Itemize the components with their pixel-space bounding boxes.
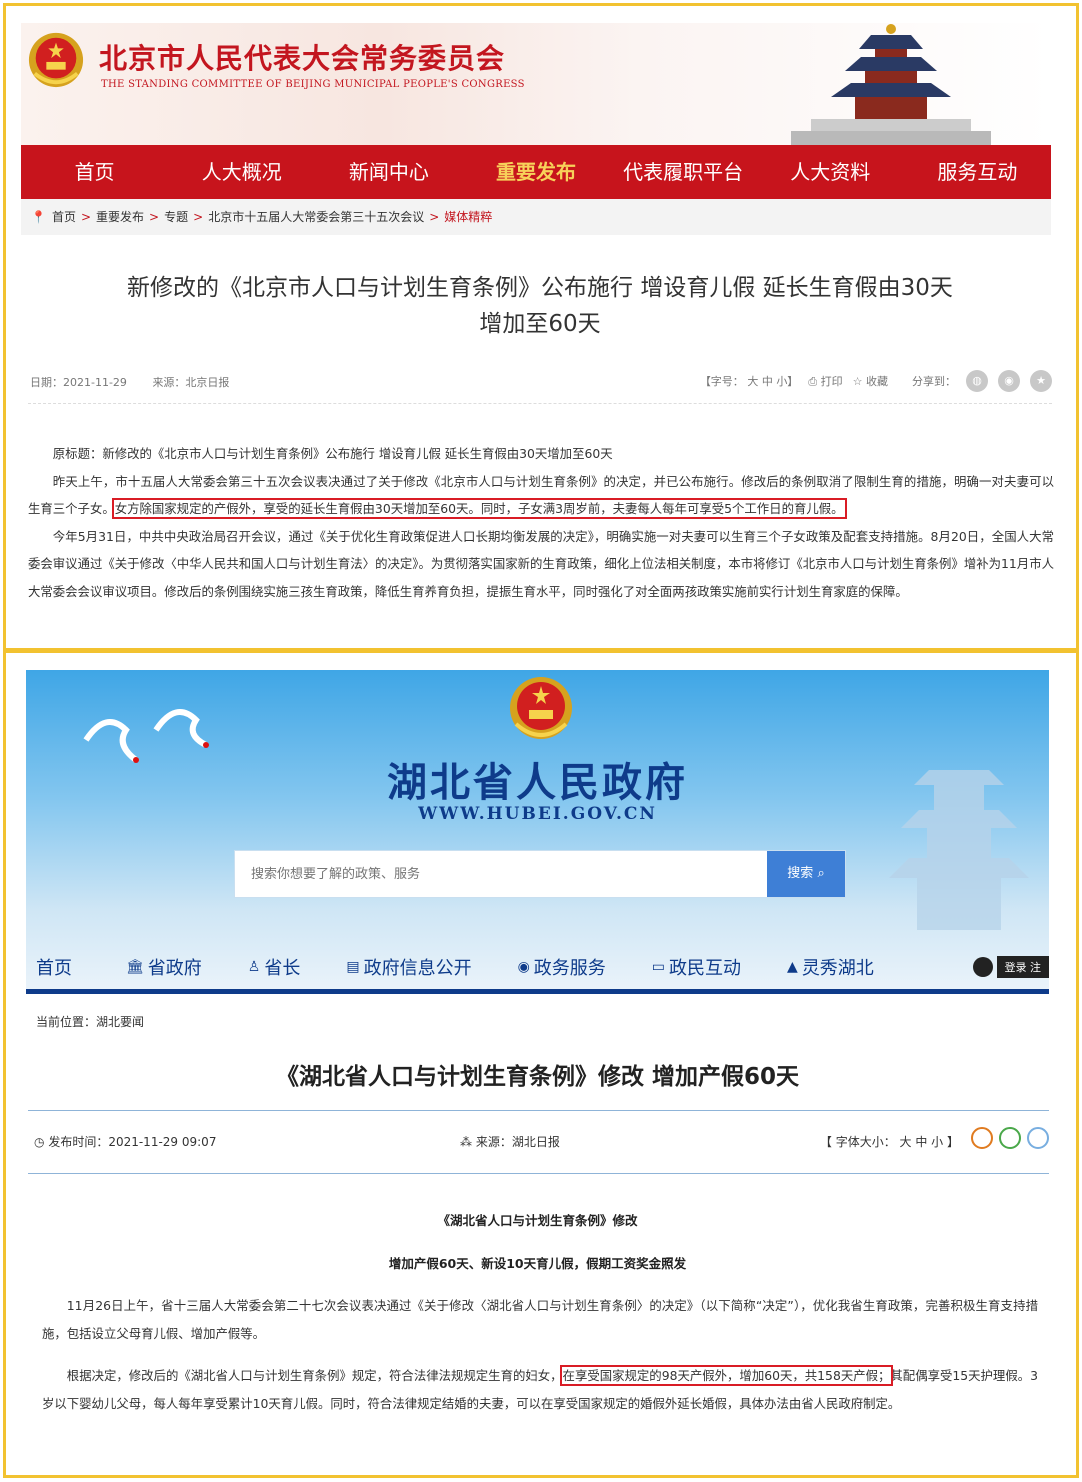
title-line-1: 新修改的《北京市人口与计划生育条例》公布施行 增设育儿假 延长生育假由30天 — [127, 275, 953, 301]
crumb-home[interactable]: 首页 — [52, 210, 76, 224]
article-subtitle-2: 增加产假60天、新设10天育儿假，假期工资奖金照发 — [388, 1256, 687, 1271]
nav-label: 政府信息公开 — [363, 957, 472, 979]
search-input[interactable] — [235, 851, 765, 897]
beijing-main-nav: 首页 人大概况 新闻中心 重要发布 代表履职平台 人大资料 服务互动 — [21, 145, 1051, 199]
font-size-small[interactable]: 小】 — [776, 375, 798, 388]
body-para-2: 根据决定，修改后的《湖北省人口与计划生育条例》规定，符合法律法规规定生育的妇女，… — [42, 1362, 1038, 1418]
nav-governor[interactable]: ♙ 省长 — [248, 954, 301, 980]
nav-provincial-government[interactable]: 🏛 省政府 — [126, 954, 202, 980]
article-subtitle-1: 《湖北省人口与计划生育条例》修改 — [437, 1213, 638, 1228]
site-subtitle: THE STANDING COMMITTEE OF BEIJING MUNICI… — [101, 79, 525, 90]
site-url: WWW.HUBEI.GOV.CN — [418, 804, 657, 824]
temple-of-heaven-image — [791, 24, 991, 145]
title-line-2: 增加至60天 — [479, 311, 601, 337]
favorite-button[interactable]: ☆ 收藏 — [853, 373, 888, 389]
crumb-session[interactable]: 北京市十五届人大常委会第三十五次会议 — [208, 210, 424, 224]
wechat-share-icon[interactable] — [999, 1127, 1021, 1149]
site-title: 湖北省人民政府 — [387, 760, 688, 806]
nav-news[interactable]: 新闻中心 — [315, 145, 462, 199]
nav-deputy-platform[interactable]: 代表履职平台 — [610, 145, 757, 199]
crumb-topics[interactable]: 专题 — [164, 210, 188, 224]
person-icon: ♙ — [247, 958, 261, 975]
weibo-share-icon[interactable] — [971, 1127, 993, 1149]
highlight-box: 女方除国家规定的产假外，享受的延长生育假由30天增加至60天。同时，子女满3周岁… — [111, 498, 847, 519]
publish-time: 发布时间：2021-11-29 09:07 — [48, 1135, 217, 1149]
article-source: 来源：北京日报 — [152, 376, 230, 389]
article-meta: ◷ 发布时间：2021-11-29 09:07 ⁂ 来源：湖北日报 【 字体大小… — [28, 1110, 1049, 1174]
font-size-label: 【字号： — [699, 375, 744, 388]
breadcrumb: 当前位置：湖北要闻 — [36, 1015, 145, 1029]
article-title: 《湖北省人口与计划生育条例》修改 增加产假60天 — [275, 1064, 799, 1090]
nav-home[interactable]: 首页 — [36, 954, 72, 980]
share-label: 分享到： — [912, 375, 956, 388]
service-icon: ◉ — [517, 958, 530, 975]
font-size-label: 【 字体大小： — [819, 1135, 896, 1149]
login-area: 登录 注 — [972, 956, 1049, 978]
nav-interaction[interactable]: ▭ 政民互动 — [652, 954, 741, 980]
nav-home[interactable]: 首页 — [21, 145, 168, 199]
user-icon — [972, 957, 993, 977]
chat-icon: ▭ — [651, 958, 666, 975]
font-size-large[interactable]: 大 — [747, 375, 758, 388]
source-icon: ⁂ — [460, 1135, 472, 1149]
nav-overview[interactable]: 人大概况 — [168, 145, 315, 199]
site-title: 北京市人民代表大会常务委员会 — [99, 42, 506, 75]
national-emblem-icon — [510, 677, 572, 739]
body-para-1: 原标题：新修改的《北京市人口与计划生育条例》公布施行 增设育儿假 延长生育假由3… — [52, 446, 613, 461]
favorite-share-icon[interactable]: ★ — [1030, 370, 1052, 392]
print-label: 打印 — [820, 375, 843, 388]
search-icon: ⌕ — [817, 866, 825, 881]
nav-info-disclosure[interactable]: ▤ 政府信息公开 — [346, 954, 471, 980]
government-building-icon: 🏛 — [126, 958, 144, 975]
font-size-medium[interactable]: 中 — [762, 375, 773, 388]
search-box: 搜索 ⌕ — [234, 850, 846, 898]
printer-icon: ⎙ — [808, 375, 818, 388]
article-date: 日期：2021-11-29 — [30, 376, 127, 389]
nav-home-label: 首页 — [36, 957, 72, 979]
body-para-2: 昨天上午，市十五届人大常委会第三十五次会议表决通过了关于修改《北京市人口与计划生… — [28, 468, 1054, 523]
hubei-banner: 湖北省人民政府 WWW.HUBEI.GOV.CN 搜索 ⌕ — [26, 670, 1049, 990]
body-para-2-text-a: 根据决定，修改后的《湖北省人口与计划生育条例》规定，符合法律法规规定生育的妇女， — [66, 1368, 563, 1383]
qzone-share-icon[interactable] — [1027, 1127, 1049, 1149]
nav-government-services[interactable]: ◉ 政务服务 — [518, 954, 606, 980]
article-body: 11月26日上午，省十三届人大常委会第二十七次会议表决通过《关于修改〈湖北省人口… — [42, 1292, 1038, 1432]
crumb-current[interactable]: 媒体精粹 — [444, 210, 492, 224]
article-meta: 日期：2021-11-29 来源：北京日报 【字号： 大 中 小】 ⎙ 打印 ☆… — [28, 368, 1052, 404]
article-source: 来源：湖北日报 — [475, 1135, 560, 1149]
wechat-share-icon[interactable]: ◍ — [966, 370, 988, 392]
search-button-label: 搜索 — [787, 866, 814, 881]
body-para-3: 今年5月31日，中共中央政治局召开会议，通过《关于优化生育政策促进人口长期均衡发… — [28, 528, 1054, 599]
beijing-header: 北京市人民代表大会常务委员会 THE STANDING COMMITTEE OF… — [21, 23, 1051, 145]
article-title: 新修改的《北京市人口与计划生育条例》公布施行 增设育儿假 延长生育假由30天 增… — [60, 270, 1020, 342]
nav-materials[interactable]: 人大资料 — [757, 145, 904, 199]
nav-label: 政民互动 — [669, 957, 742, 979]
hubei-main-nav: 首页 🏛 省政府 ♙ 省长 ▤ 政府信息公开 ◉ 政务服务 ▭ 政民互动 ▲ 灵秀湖北 登录… — [26, 944, 1049, 994]
nav-releases[interactable]: 重要发布 — [462, 145, 609, 199]
location-pin-icon: 📍 — [31, 210, 46, 224]
nav-service[interactable]: 服务互动 — [904, 145, 1051, 199]
login-button[interactable]: 登录 注 — [996, 956, 1049, 978]
mountain-icon: ▲ — [787, 958, 798, 975]
search-button[interactable]: 搜索 ⌕ — [767, 851, 845, 897]
national-emblem-icon — [28, 32, 84, 88]
body-para-1: 11月26日上午，省十三届人大常委会第二十七次会议表决通过《关于修改〈湖北省人口… — [42, 1298, 1038, 1341]
favorite-label: 收藏 — [866, 375, 888, 388]
font-size-options[interactable]: 大 中 小 】 — [900, 1135, 959, 1149]
clock-icon: ◷ — [34, 1135, 45, 1149]
highlight-box: 在享受国家规定的98天产假外，增加60天，共158天产假； — [559, 1365, 894, 1386]
crumb-releases[interactable]: 重要发布 — [96, 210, 144, 224]
weibo-share-icon[interactable]: ◉ — [998, 370, 1020, 392]
nav-beautiful-hubei[interactable]: ▲ 灵秀湖北 — [787, 954, 874, 980]
nav-label: 灵秀湖北 — [801, 957, 874, 979]
nav-label: 政务服务 — [533, 957, 606, 979]
breadcrumb: 📍 首页 > 重要发布 > 专题 > 北京市十五届人大常委会第三十五次会议 > 媒体精粹 — [21, 199, 1051, 235]
article-body: 原标题：新修改的《北京市人口与计划生育条例》公布施行 增设育儿假 延长生育假由3… — [28, 440, 1054, 605]
nav-label: 省政府 — [147, 957, 202, 979]
print-button[interactable]: ⎙ 打印 — [808, 373, 842, 389]
document-icon: ▤ — [346, 958, 360, 975]
nav-label: 省长 — [264, 957, 301, 979]
star-icon: ☆ — [852, 375, 863, 388]
